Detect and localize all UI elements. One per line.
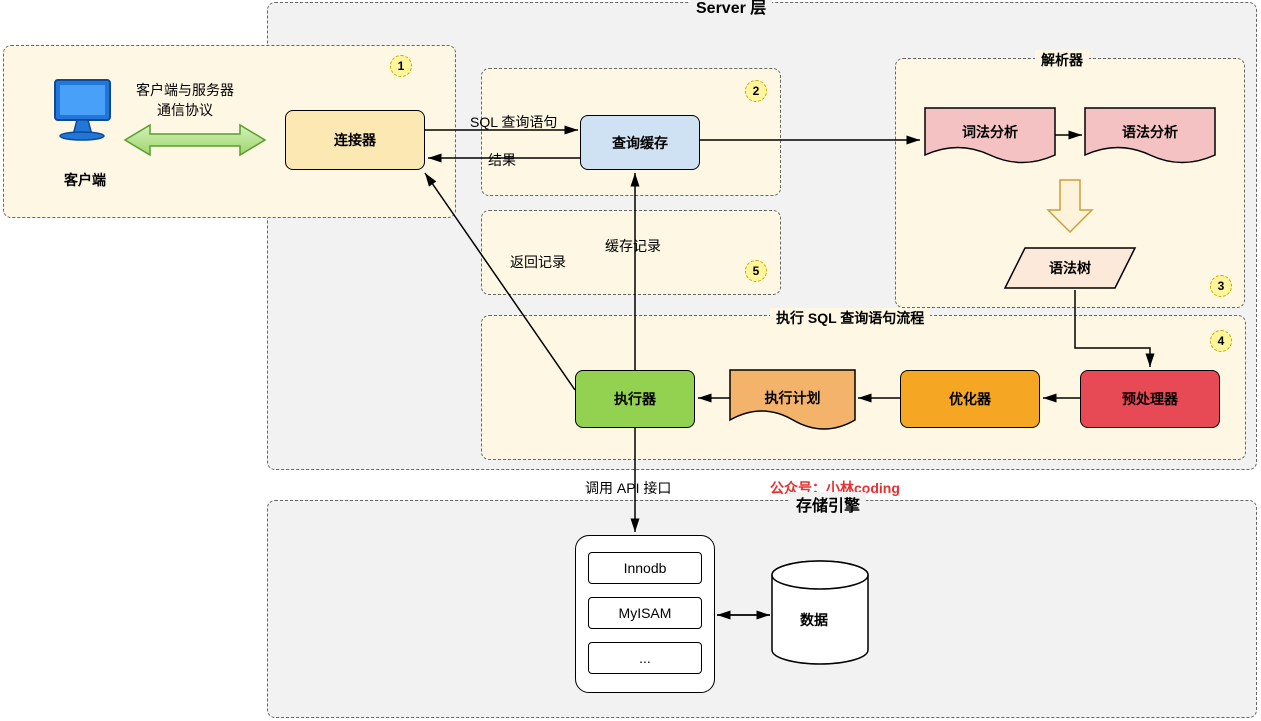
executor-box: 执行器 <box>575 370 695 428</box>
badge-3: 3 <box>1210 275 1232 297</box>
badge-1: 1 <box>390 55 412 77</box>
badge-5: 5 <box>745 260 767 282</box>
lex-label: 词法分析 <box>925 122 1055 142</box>
client-label: 客户端 <box>55 170 115 190</box>
query-cache-box: 查询缓存 <box>580 115 700 170</box>
syntax-tree-label: 语法树 <box>1030 258 1110 278</box>
result-label: 结果 <box>488 150 516 170</box>
badge-4: 4 <box>1210 330 1232 352</box>
badge-2: 2 <box>745 80 767 102</box>
cache-record-label: 缓存记录 <box>605 236 661 256</box>
client-comm-line2: 通信协议 <box>157 102 213 118</box>
server-layer-title: Server 层 <box>690 0 772 18</box>
exec-flow-title: 执行 SQL 查询语句流程 <box>770 308 930 328</box>
return-record-label: 返回记录 <box>510 252 566 272</box>
connector-box: 连接器 <box>285 110 425 170</box>
api-call-label: 调用 API 接口 <box>585 478 671 498</box>
parser-title: 解析器 <box>1035 50 1089 70</box>
sql-query-label: SQL 查询语句 <box>470 112 557 132</box>
optimizer-box: 优化器 <box>900 370 1040 428</box>
exec-plan-label: 执行计划 <box>730 388 855 408</box>
client-comm-line1: 客户端与服务器 <box>136 82 234 98</box>
innodb-box: Innodb <box>588 552 702 584</box>
storage-title: 存储引擎 <box>790 492 866 516</box>
data-label: 数据 <box>800 610 828 630</box>
preprocessor-box: 预处理器 <box>1080 370 1220 428</box>
storage-container <box>267 500 1257 718</box>
syntax-label: 语法分析 <box>1085 122 1215 142</box>
myisam-box: MyISAM <box>588 597 702 629</box>
ellipsis-box: ... <box>588 642 702 674</box>
client-comm-label: 客户端与服务器 通信协议 <box>120 80 250 120</box>
